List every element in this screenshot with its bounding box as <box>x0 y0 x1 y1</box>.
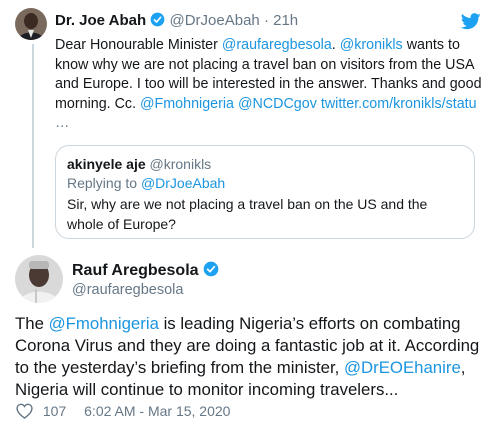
text-segment: The <box>15 314 49 333</box>
avatar[interactable] <box>15 255 63 303</box>
avatar[interactable] <box>15 8 47 40</box>
verified-badge-icon <box>150 12 165 32</box>
mention-link[interactable]: twitter.com/kronikls/statu <box>321 96 477 112</box>
verified-badge-icon <box>203 261 219 283</box>
author-handle[interactable]: @raufaregbesola <box>72 281 183 299</box>
main-tweet-header: Rauf Aregbesola <box>72 261 219 283</box>
separator: · <box>263 12 269 29</box>
text-segment: . <box>331 37 340 53</box>
author-name[interactable]: Rauf Aregbesola <box>72 262 199 279</box>
heart-icon[interactable] <box>16 403 33 423</box>
truncation-ellipsis: … <box>55 115 70 132</box>
twitter-bird-icon[interactable] <box>460 13 481 35</box>
tweet-text: Dear Honourable Minister @raufaregbesola… <box>55 36 485 114</box>
text-segment: Dear Honourable Minister <box>55 37 222 53</box>
mention-link[interactable]: @DrEOEhanire <box>344 358 461 377</box>
mention-link[interactable]: @Fmohnigeria <box>140 96 234 112</box>
quoted-author-handle: @kronikls <box>149 156 212 172</box>
tweet-timestamp[interactable]: 6:02 AM - Mar 15, 2020 <box>84 403 230 419</box>
mention-link[interactable]: @kronikls <box>340 37 403 53</box>
mention-link[interactable]: @raufaregbesola <box>222 37 332 53</box>
mention-link[interactable]: @Fmohnigeria <box>49 314 159 333</box>
tweet-footer: 107 6:02 AM - Mar 15, 2020 <box>16 402 230 423</box>
reply-tweet-header: Dr. Joe Abah @DrJoeAbah · 21h <box>55 12 298 32</box>
replying-to-handle[interactable]: @DrJoeAbah <box>141 175 225 191</box>
reply-tweet-text: Dear Honourable Minister @raufaregbesola… <box>55 36 485 134</box>
quoted-author-name: akinyele aje <box>67 156 146 172</box>
quoted-tweet-card[interactable]: akinyele aje @kronikls Replying to @DrJo… <box>55 145 475 239</box>
quoted-tweet-header: akinyele aje @kronikls <box>67 155 211 173</box>
replying-to-line: Replying to @DrJoeAbah <box>67 174 225 192</box>
replying-to-label: Replying to <box>67 175 141 191</box>
reply-tweet: Dr. Joe Abah @DrJoeAbah · 21h Dear Honou… <box>0 0 496 248</box>
author-handle[interactable]: @DrJoeAbah <box>169 12 259 29</box>
like-count[interactable]: 107 <box>43 403 66 419</box>
thread-connector-line <box>32 44 34 248</box>
mention-link[interactable]: @NCDCgov <box>238 96 317 112</box>
author-name[interactable]: Dr. Joe Abah <box>55 12 146 29</box>
quoted-tweet-text: Sir, why are we not placing a travel ban… <box>67 196 428 232</box>
tweet-time[interactable]: 21h <box>273 12 298 29</box>
main-tweet-text: The @Fmohnigeria is leading Nigeria’s ef… <box>15 313 490 401</box>
